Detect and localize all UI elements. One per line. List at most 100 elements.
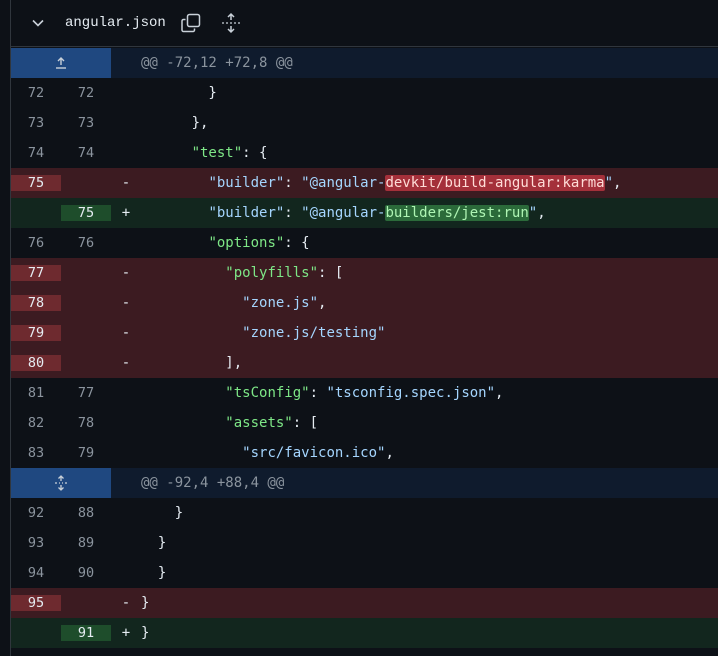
- code-punct: ,: [318, 295, 327, 311]
- diff-line: 76 76 "options": {: [11, 228, 718, 258]
- code-text: }: [141, 595, 718, 611]
- code-key: "builder": [208, 175, 285, 191]
- old-line-number[interactable]: 82: [11, 415, 61, 431]
- code-punct: : {: [242, 145, 268, 161]
- file-name[interactable]: angular.json: [65, 15, 166, 31]
- changed-segment: devkit/build-angular:karma: [385, 175, 605, 191]
- diff-sign: -: [121, 325, 131, 341]
- old-line-number[interactable]: 78: [11, 295, 61, 311]
- diff-line: 73 73 },: [11, 108, 718, 138]
- diff-sign: -: [121, 295, 131, 311]
- old-line-number[interactable]: 79: [11, 325, 61, 341]
- old-line-number[interactable]: 94: [11, 565, 61, 581]
- code-punct: : [: [292, 415, 319, 431]
- code-key: "assets": [225, 415, 293, 431]
- hunk-header: @@ -72,12 +72,8 @@: [11, 48, 718, 78]
- new-line-number[interactable]: 73: [61, 115, 111, 131]
- new-line-number[interactable]: 88: [61, 505, 111, 521]
- code-punct: }: [141, 85, 217, 101]
- code-text: ],: [141, 355, 718, 371]
- code-key: "options": [208, 235, 285, 251]
- code-string: "@angular-: [301, 205, 386, 221]
- code-punct: }: [157, 565, 167, 581]
- diff-line: 72 72 }: [11, 78, 718, 108]
- code-string: "src/favicon.ico": [242, 445, 386, 461]
- diff-body: @@ -72,12 +72,8 @@ 72 72 } 73 73 }, 74 7…: [11, 48, 718, 648]
- diff-line-deleted: 79 - "zone.js/testing": [11, 318, 718, 348]
- code-punct: ,: [537, 205, 546, 221]
- code-string: "zone.js": [242, 295, 319, 311]
- code-string: "tsconfig.spec.json": [326, 385, 496, 401]
- old-line-number[interactable]: 83: [11, 445, 61, 461]
- hunk-header: @@ -92,4 +88,4 @@: [11, 468, 718, 498]
- diff-sign: +: [121, 205, 131, 221]
- new-line-number[interactable]: 75: [61, 205, 111, 221]
- code-text: "zone.js/testing": [141, 325, 718, 341]
- code-string: ": [604, 175, 614, 191]
- new-line-number[interactable]: 77: [61, 385, 111, 401]
- old-line-number[interactable]: 76: [11, 235, 61, 251]
- copy-icon[interactable]: [180, 12, 202, 34]
- old-line-number[interactable]: 77: [11, 265, 61, 281]
- code-punct: ,: [385, 445, 394, 461]
- code-punct: }: [141, 535, 167, 551]
- code-text: }: [141, 85, 718, 101]
- diff-line-added: 75 + "builder": "@angular-builders/jest:…: [11, 198, 718, 228]
- new-line-number[interactable]: 74: [61, 145, 111, 161]
- code-text: "zone.js",: [141, 295, 718, 311]
- diff-line: 81 77 "tsConfig": "tsconfig.spec.json",: [11, 378, 718, 408]
- code-text: }: [141, 625, 718, 641]
- new-line-number[interactable]: 72: [61, 85, 111, 101]
- diff-sign: +: [121, 625, 131, 641]
- file-header: angular.json: [11, 0, 718, 47]
- diff-line: 83 79 "src/favicon.ico",: [11, 438, 718, 468]
- code-punct: : {: [284, 235, 310, 251]
- code-text: }: [141, 535, 718, 551]
- diff-line: 74 74 "test": {: [11, 138, 718, 168]
- code-string: "@angular-: [301, 175, 386, 191]
- code-punct: }: [141, 625, 150, 641]
- old-line-number[interactable]: 72: [11, 85, 61, 101]
- code-text: },: [141, 115, 718, 131]
- code-punct: ,: [495, 385, 504, 401]
- code-string: "zone.js/testing": [242, 325, 386, 341]
- new-line-number[interactable]: 89: [61, 535, 111, 551]
- code-text: }: [141, 505, 718, 521]
- code-text: "test": {: [141, 145, 718, 161]
- expand-up-icon[interactable]: [11, 48, 111, 78]
- code-text: "builder": "@angular-devkit/build-angula…: [141, 175, 718, 191]
- code-punct: :: [309, 385, 327, 401]
- code-text: }: [141, 565, 718, 581]
- expand-all-icon[interactable]: [220, 12, 242, 34]
- code-key: "tsConfig": [225, 385, 310, 401]
- new-line-number[interactable]: 90: [61, 565, 111, 581]
- hunk-range: @@ -72,12 +72,8 @@: [141, 55, 293, 71]
- diff-line: 92 88 }: [11, 498, 718, 528]
- new-line-number[interactable]: 91: [61, 625, 111, 641]
- code-text: "assets": [: [141, 415, 718, 431]
- code-text: "polyfills": [: [141, 265, 718, 281]
- diff-sign: -: [121, 595, 131, 611]
- old-line-number[interactable]: 81: [11, 385, 61, 401]
- diff-sign: -: [121, 355, 131, 371]
- old-line-number[interactable]: 80: [11, 355, 61, 371]
- chevron-down-icon[interactable]: [31, 16, 45, 30]
- old-line-number[interactable]: 73: [11, 115, 61, 131]
- old-line-number[interactable]: 92: [11, 505, 61, 521]
- old-line-number[interactable]: 95: [11, 595, 61, 611]
- old-line-number[interactable]: 74: [11, 145, 61, 161]
- code-punct: }: [141, 505, 184, 521]
- expand-both-icon[interactable]: [11, 468, 111, 498]
- diff-line-added: 91 + }: [11, 618, 718, 648]
- diff-line-deleted: 75 - "builder": "@angular-devkit/build-a…: [11, 168, 718, 198]
- new-line-number[interactable]: 79: [61, 445, 111, 461]
- new-line-number[interactable]: 78: [61, 415, 111, 431]
- code-punct: ,: [613, 175, 622, 191]
- old-line-number[interactable]: 75: [11, 175, 61, 191]
- diff-line: 93 89 }: [11, 528, 718, 558]
- diff-line-deleted: 78 - "zone.js",: [11, 288, 718, 318]
- diff-line-deleted: 80 - ],: [11, 348, 718, 378]
- code-punct: :: [284, 205, 302, 221]
- old-line-number[interactable]: 93: [11, 535, 61, 551]
- new-line-number[interactable]: 76: [61, 235, 111, 251]
